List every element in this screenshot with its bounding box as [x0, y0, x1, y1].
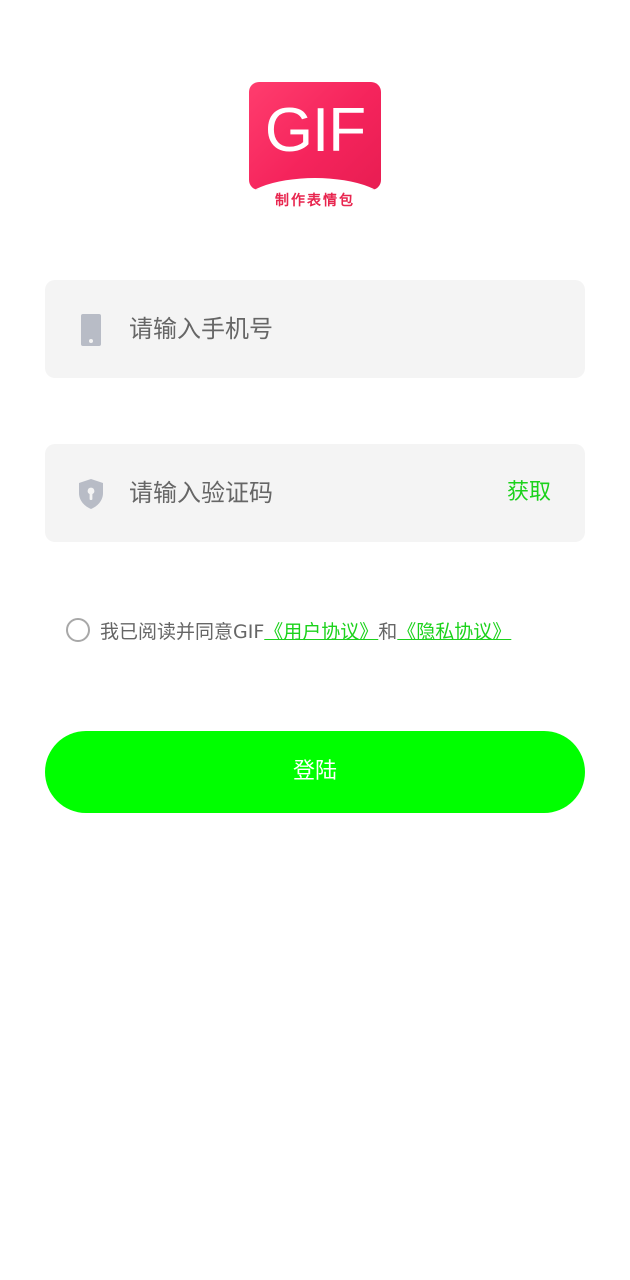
- shield-icon: [79, 479, 103, 509]
- login-button[interactable]: 登陆: [45, 731, 585, 813]
- verification-code-input[interactable]: [129, 444, 489, 542]
- verification-code-field[interactable]: 获取: [45, 444, 585, 542]
- logo-text: GIF: [264, 96, 366, 165]
- logo-subtitle: 制作表情包: [275, 193, 355, 209]
- phone-field[interactable]: [45, 280, 585, 378]
- agreement-row: 我已阅读并同意GIF 《用户协议》 和 《隐私协议》: [66, 615, 511, 645]
- agreement-radio[interactable]: [66, 618, 90, 642]
- phone-icon: [81, 314, 101, 346]
- app-logo: GIF 制作表情包: [249, 82, 381, 214]
- phone-input[interactable]: [129, 280, 489, 378]
- privacy-agreement-link[interactable]: 《隐私协议》: [397, 617, 511, 644]
- agreement-text: 我已阅读并同意GIF: [100, 620, 265, 643]
- get-code-button[interactable]: 获取: [507, 444, 551, 542]
- login-page: GIF 制作表情包 获取 我已阅读并同意GIF 《用户协议》 和 《隐私协议》 …: [0, 0, 630, 1280]
- logo-badge: GIF: [249, 82, 381, 190]
- agreement-conjunction: 和: [378, 620, 398, 643]
- user-agreement-link[interactable]: 《用户协议》: [264, 617, 378, 644]
